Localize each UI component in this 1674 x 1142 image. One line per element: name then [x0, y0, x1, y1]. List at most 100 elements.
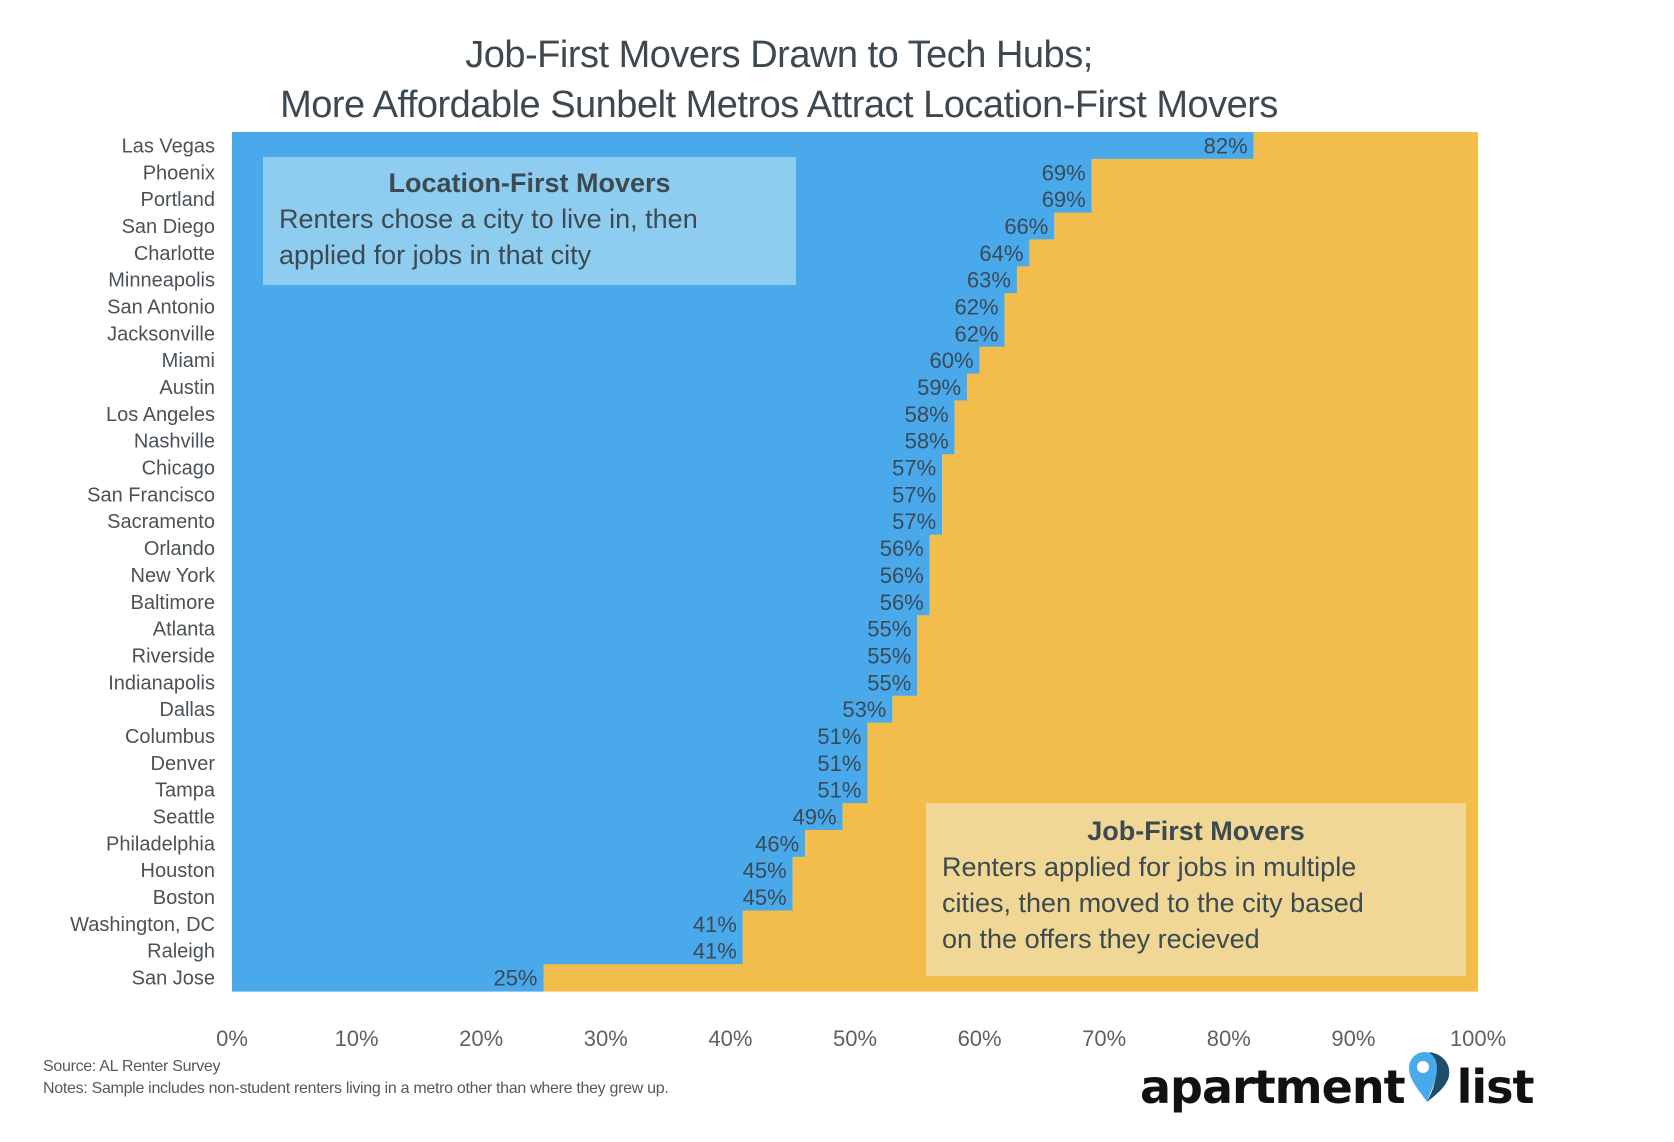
job-first-line-1: Renters applied for jobs in multiple: [942, 852, 1357, 882]
category-label: Houston: [141, 860, 216, 882]
bar-job-first: [867, 722, 1478, 751]
value-label: 59%: [917, 375, 961, 400]
logo-word-apartment: apartment: [1140, 1060, 1406, 1114]
bar-location-first: [232, 534, 930, 563]
category-label: Orlando: [144, 538, 215, 560]
bar-job-first: [929, 534, 1478, 563]
category-label: Chicago: [142, 458, 215, 480]
bar-location-first: [232, 293, 1005, 321]
category-label: San Antonio: [107, 296, 215, 318]
x-tick-label: 20%: [459, 1026, 503, 1051]
location-first-annotation: Location-First Movers Renters chose a ci…: [263, 157, 796, 285]
job-first-annotation: Job-First Movers Renters applied for job…: [926, 803, 1466, 976]
bar-job-first: [1253, 132, 1478, 160]
category-label: Austin: [159, 377, 215, 399]
category-label: Indianapolis: [108, 672, 215, 694]
bar-location-first: [232, 480, 943, 509]
value-label: 82%: [1204, 133, 1248, 158]
bar-location-first: [232, 561, 930, 589]
value-label: 60%: [930, 348, 974, 373]
bar-job-first: [954, 400, 1478, 428]
value-label: 57%: [892, 482, 936, 507]
bar-job-first: [892, 695, 1478, 724]
value-label: 69%: [1042, 160, 1086, 185]
value-label: 69%: [1042, 187, 1086, 212]
bar-location-first: [232, 319, 1005, 348]
bar-job-first: [967, 373, 1478, 402]
job-first-line-3: on the offers they recieved: [942, 924, 1260, 954]
bar-job-first: [1029, 239, 1478, 267]
bar-location-first: [232, 829, 806, 858]
value-label: 62%: [954, 321, 998, 346]
bar-job-first: [867, 776, 1478, 804]
bar-job-first: [1091, 158, 1478, 187]
category-label: Tampa: [155, 780, 216, 802]
bar-job-first: [917, 642, 1478, 670]
value-label: 49%: [792, 805, 836, 830]
bar-job-first: [954, 427, 1478, 455]
value-label: 58%: [905, 402, 949, 427]
bar-job-first: [867, 749, 1478, 777]
category-label: Philadelphia: [106, 833, 216, 855]
x-tick-label: 100%: [1450, 1026, 1506, 1051]
bar-job-first: [979, 346, 1478, 375]
x-tick-label: 30%: [584, 1026, 628, 1051]
value-label: 56%: [880, 563, 924, 588]
bar-job-first: [917, 668, 1478, 697]
value-label: 46%: [755, 831, 799, 856]
value-label: 55%: [867, 643, 911, 668]
bar-job-first: [917, 615, 1478, 643]
x-tick-label: 60%: [958, 1026, 1002, 1051]
bar-location-first: [232, 588, 930, 616]
value-label: 57%: [892, 456, 936, 481]
bar-job-first: [1004, 319, 1478, 348]
value-label: 55%: [867, 617, 911, 642]
bar-job-first: [1054, 212, 1478, 240]
value-label: 45%: [743, 885, 787, 910]
category-label: Dallas: [159, 699, 215, 721]
value-label: 41%: [693, 939, 737, 964]
bar-location-first: [232, 883, 793, 912]
value-label: 63%: [967, 268, 1011, 293]
location-first-line-2: applied for jobs in that city: [279, 240, 592, 270]
category-label: Phoenix: [143, 162, 215, 184]
category-label: Minneapolis: [108, 270, 215, 292]
x-tick-label: 90%: [1331, 1026, 1375, 1051]
sample-note: Notes: Sample includes non-student rente…: [43, 1080, 669, 1097]
bar-location-first: [232, 776, 868, 804]
value-label: 64%: [979, 241, 1023, 266]
x-tick-label: 50%: [833, 1026, 877, 1051]
bar-job-first: [942, 480, 1478, 509]
logo-word-list: list: [1456, 1060, 1535, 1114]
map-pin-icon: [1408, 1052, 1449, 1102]
bar-location-first: [232, 722, 868, 751]
category-label: Boston: [153, 887, 215, 909]
value-label: 57%: [892, 509, 936, 534]
category-label: Las Vegas: [122, 135, 215, 157]
x-tick-label: 10%: [335, 1026, 379, 1051]
category-label: New York: [131, 565, 216, 587]
bar-location-first: [232, 695, 893, 724]
category-label: Washington, DC: [70, 914, 215, 936]
category-label: San Jose: [132, 968, 215, 990]
value-label: 51%: [817, 778, 861, 803]
bar-job-first: [1004, 293, 1478, 321]
category-label: San Francisco: [87, 484, 215, 506]
bar-location-first: [232, 132, 1254, 160]
category-label: Seattle: [153, 807, 215, 829]
value-label: 45%: [743, 858, 787, 883]
bar-location-first: [232, 346, 980, 375]
bar-location-first: [232, 668, 918, 697]
bar-location-first: [232, 749, 868, 777]
bar-job-first: [1091, 185, 1478, 214]
value-label: 66%: [1004, 214, 1048, 239]
bar-job-first: [942, 507, 1478, 536]
category-label: Raleigh: [147, 941, 215, 963]
category-label: Columbus: [125, 726, 215, 748]
category-label: Baltimore: [131, 592, 215, 614]
category-label: Sacramento: [107, 511, 215, 533]
value-label: 53%: [842, 697, 886, 722]
bar-location-first: [232, 937, 743, 965]
value-label: 56%: [880, 590, 924, 615]
location-first-heading: Location-First Movers: [388, 168, 671, 198]
